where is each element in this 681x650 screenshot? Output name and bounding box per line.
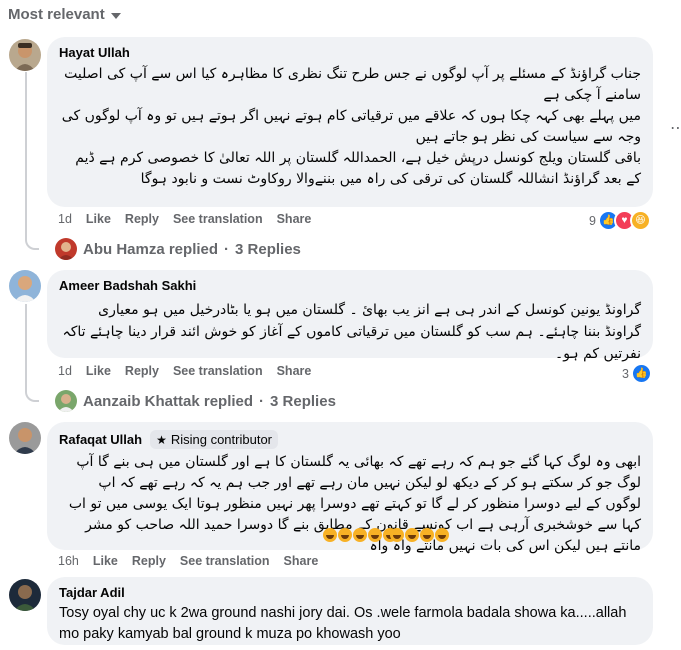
reaction-summary[interactable]: 3 👍 (622, 363, 652, 384)
reply-button[interactable]: Reply (132, 554, 166, 568)
sort-label: Most relevant (8, 6, 105, 23)
comment-bubble: Tajdar Adil Tosy oyal chy uc k 2wa groun… (47, 577, 653, 645)
star-icon: ★ (156, 432, 167, 447)
replies-count: 3 Replies (270, 392, 336, 410)
comment-text-line: باقی گلستان ویلج کونسل درپش خیل ہے، الحم… (75, 150, 641, 187)
avatar (55, 390, 77, 412)
comment-author[interactable]: Hayat Ullah (59, 45, 130, 60)
comment-timestamp[interactable]: 1d (58, 364, 72, 378)
laughing-emoji-icon (338, 528, 352, 542)
comment-author[interactable]: Ameer Badshah Sakhi (59, 278, 196, 293)
thread-line (25, 72, 27, 240)
reaction-summary[interactable]: 9 👍 ♥ 😆 (589, 210, 651, 231)
avatar[interactable] (9, 579, 41, 611)
laughing-emoji-icon (390, 528, 404, 542)
avatar (55, 238, 77, 260)
view-replies-link[interactable]: Aanzaib Khattak replied · 3 Replies (55, 390, 336, 412)
like-reaction-icon: 👍 (630, 363, 652, 384)
laughing-emoji-icon (435, 528, 449, 542)
comment-text: Tosy oyal chy uc k 2wa ground nashi jory… (59, 605, 627, 642)
laughing-emoji-row (390, 528, 449, 542)
replies-count: 3 Replies (235, 240, 301, 258)
share-button[interactable]: Share (284, 554, 319, 568)
like-button[interactable]: Like (86, 364, 111, 378)
see-translation-button[interactable]: See translation (173, 364, 263, 378)
rising-contributor-badge: ★ Rising contributor (150, 430, 278, 449)
comment-actions: 1d Like Reply See translation Share (58, 212, 311, 226)
comment-bubble: Hayat Ullah جناب گراؤنڈ کے مسئلے پر آپ ل… (47, 37, 653, 207)
comment-actions: 1d Like Reply See translation Share (58, 364, 311, 378)
thread-line (25, 304, 27, 392)
see-translation-button[interactable]: See translation (180, 554, 270, 568)
chevron-down-icon (110, 12, 121, 19)
share-button[interactable]: Share (277, 212, 312, 226)
laughing-emoji-icon (323, 528, 337, 542)
haha-reaction-icon: 😆 (629, 210, 651, 231)
laughing-emoji-icon (420, 528, 434, 542)
avatar[interactable] (9, 270, 41, 302)
thread-elbow (25, 236, 39, 250)
comment-author[interactable]: Tajdar Adil (59, 585, 125, 600)
comment-bubble: Rafaqat Ullah ★ Rising contributor ابھی … (47, 422, 653, 554)
comment-text-line: میں پہلے بھی کہہ چکا ہوں کہ علاقے میں تر… (61, 108, 641, 145)
comment-bubble: Ameer Badshah Sakhi گراونڈ یونین کونسل ک… (47, 270, 653, 362)
laughing-emoji-icon (405, 528, 419, 542)
reply-button[interactable]: Reply (125, 212, 159, 226)
thread-elbow (25, 388, 39, 402)
reaction-count: 9 (589, 213, 596, 228)
laughing-emoji-icon (353, 528, 367, 542)
see-translation-button[interactable]: See translation (173, 212, 263, 226)
comment-text: گراونڈ یونین کونسل کے اندر ہی ہے انز یب … (62, 302, 641, 362)
comment-timestamp[interactable]: 16h (58, 554, 79, 568)
share-button[interactable]: Share (277, 364, 312, 378)
replies-by: Abu Hamza replied (83, 240, 219, 258)
comment-timestamp[interactable]: 1d (58, 212, 72, 226)
laughing-emoji-icon (368, 528, 382, 542)
comment-author[interactable]: Rafaqat Ullah (59, 432, 142, 447)
reaction-count: 3 (622, 366, 629, 381)
avatar[interactable] (9, 39, 41, 71)
like-button[interactable]: Like (86, 212, 111, 226)
sort-dropdown[interactable]: Most relevant (8, 6, 121, 23)
like-button[interactable]: Like (93, 554, 118, 568)
replies-by: Aanzaib Khattak replied (83, 392, 254, 410)
avatar[interactable] (9, 422, 41, 454)
more-options-icon[interactable]: ⋯ (670, 118, 681, 138)
badge-label: Rising contributor (170, 432, 272, 447)
view-replies-link[interactable]: Abu Hamza replied · 3 Replies (55, 238, 301, 260)
comment-actions: 16h Like Reply See translation Share (58, 554, 318, 568)
laughing-emoji-row (323, 528, 397, 542)
reply-button[interactable]: Reply (125, 364, 159, 378)
comment-text-line: جناب گراؤنڈ کے مسئلے پر آپ لوگوں نے جس ط… (64, 66, 641, 103)
